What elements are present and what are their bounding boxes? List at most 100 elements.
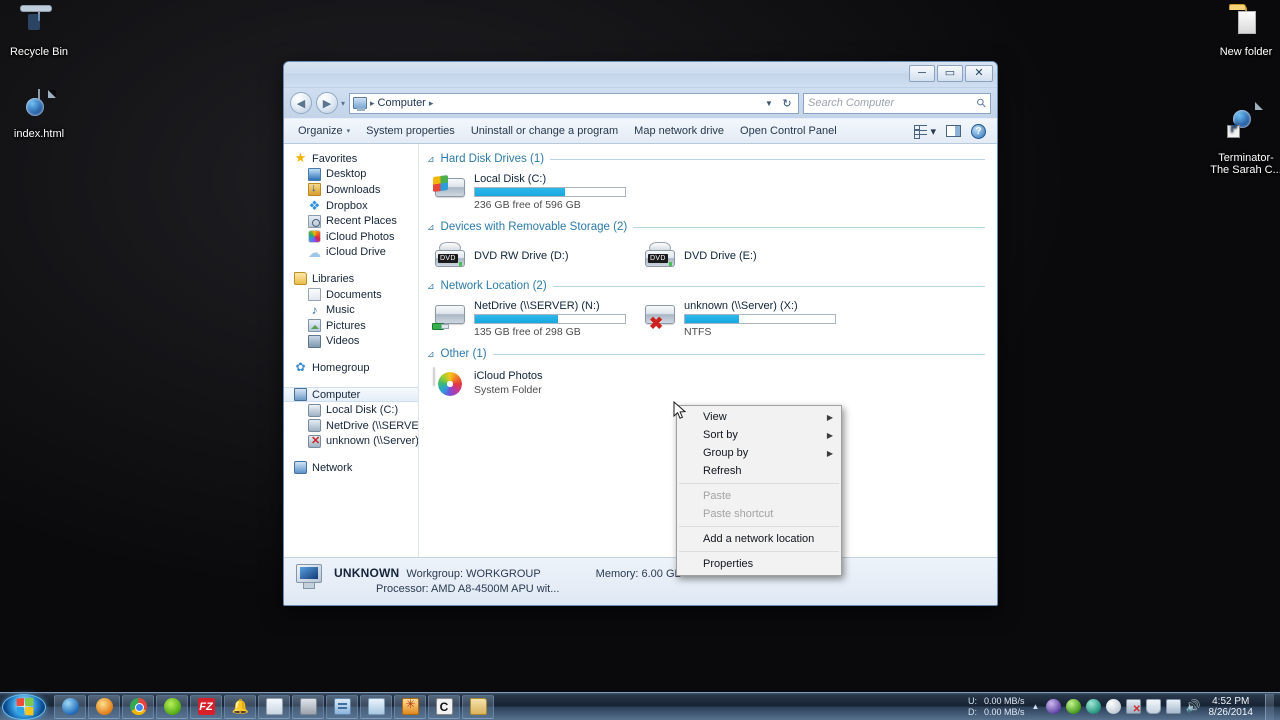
map-network-drive-button[interactable]: Map network drive xyxy=(626,122,732,140)
open-control-panel-button[interactable]: Open Control Panel xyxy=(732,122,845,140)
taskbar-item-notepad[interactable] xyxy=(258,694,290,719)
group-header-other[interactable]: ⊿ Other (1) xyxy=(427,348,985,360)
drive-item-dvd-rw-d[interactable]: DVD DVD RW Drive (D:) xyxy=(425,235,635,277)
sidebar-item-favorites[interactable]: ★ Favorites xyxy=(284,151,418,167)
address-dropdown-icon[interactable]: ▼ xyxy=(762,99,776,108)
taskbar-item-c-app[interactable]: C xyxy=(428,694,460,719)
breadcrumb-separator-2[interactable]: ▸ xyxy=(429,98,434,109)
purple-orb-icon[interactable] xyxy=(1045,699,1061,714)
sidebar-item-downloads[interactable]: Downloads xyxy=(284,182,418,198)
group-header-hard-disk-drives[interactable]: ⊿ Hard Disk Drives (1) xyxy=(427,153,985,165)
sidebar-item-libraries[interactable]: Libraries xyxy=(284,271,418,287)
sidebar-item-dropbox[interactable]: ❖ Dropbox xyxy=(284,198,418,214)
desktop-icon-index-html[interactable]: index.html xyxy=(0,89,78,140)
back-button[interactable]: ◀ xyxy=(290,92,312,114)
sidebar-item-icloud-drive[interactable]: ☁ iCloud Drive xyxy=(284,245,418,261)
context-menu-item-group-by[interactable]: Group by ▶ xyxy=(677,444,841,462)
green-orb-icon[interactable] xyxy=(1065,699,1081,714)
drive-item-local-disk-c[interactable]: Local Disk (C:) 236 GB free of 596 GB xyxy=(425,167,635,218)
refresh-icon[interactable]: ↻ xyxy=(779,97,795,110)
desktop-icon-new-folder[interactable]: New folder xyxy=(1207,7,1280,58)
gray-app-icon xyxy=(299,698,317,715)
workgroup-value: Workgroup: WORKGROUP xyxy=(406,568,541,580)
network-error-icon[interactable] xyxy=(1125,699,1141,715)
drive-item-unknown-x[interactable]: ✖ unknown (\\Server) (X:) NTFS xyxy=(635,294,845,345)
group-header-network-location[interactable]: ⊿ Network Location (2) xyxy=(427,280,985,292)
sidebar-item-homegroup[interactable]: ✿ Homegroup xyxy=(284,360,418,376)
shield-icon[interactable] xyxy=(1145,699,1161,714)
context-menu-item-view[interactable]: View ▶ xyxy=(677,408,841,426)
taskbar-item-window-app[interactable] xyxy=(326,694,358,719)
sidebar-item-music[interactable]: ♪ Music xyxy=(284,302,418,318)
collapse-icon[interactable]: ⊿ xyxy=(427,154,435,165)
context-menu-item-add-network-location[interactable]: Add a network location xyxy=(677,530,841,548)
folder-item-icloud-photos[interactable]: iCloud Photos System Folder xyxy=(425,362,635,404)
sidebar-item-videos[interactable]: Videos xyxy=(284,334,418,350)
group-header-removable-storage[interactable]: ⊿ Devices with Removable Storage (2) xyxy=(427,221,985,233)
drive-item-dvd-e[interactable]: DVD DVD Drive (E:) xyxy=(635,235,845,277)
sidebar-item-network[interactable]: Network xyxy=(284,460,418,476)
system-properties-button[interactable]: System properties xyxy=(358,122,463,140)
taskbar-item-filezilla[interactable]: FZ xyxy=(190,694,222,719)
maximize-button[interactable]: ▭ xyxy=(937,65,963,82)
show-hidden-icons-button[interactable]: ▲ xyxy=(1031,699,1041,714)
taskbar-item-blue-document[interactable] xyxy=(360,694,392,719)
sidebar-item-local-disk-c[interactable]: Local Disk (C:) xyxy=(284,402,418,418)
taskbar-item-bell[interactable]: 🔔 xyxy=(224,694,256,719)
breadcrumb-computer[interactable]: Computer xyxy=(378,97,426,109)
status-line-1: UNKNOWN Workgroup: WORKGROUP Memory: 6.0… xyxy=(334,566,682,580)
taskbar-item-gray-app[interactable] xyxy=(292,694,324,719)
network-drive-error-icon: ✖ xyxy=(643,299,677,332)
change-view-button[interactable]: ▾ xyxy=(909,123,941,140)
sidebar-item-label: Local Disk (C:) xyxy=(326,404,399,417)
teal-orb-icon[interactable] xyxy=(1085,699,1101,714)
network-connection-icon[interactable] xyxy=(1165,699,1181,714)
network-speed-monitor[interactable]: U: D: 0.00 MB/s 0.00 MB/s xyxy=(968,696,1025,718)
show-desktop-button[interactable] xyxy=(1265,693,1274,720)
taskbar-item-orange-app[interactable] xyxy=(394,694,426,719)
taskbar-item-spotify[interactable] xyxy=(156,694,188,719)
sidebar-item-pictures[interactable]: Pictures xyxy=(284,318,418,334)
volume-icon[interactable]: 🔊 xyxy=(1186,699,1201,714)
collapse-icon[interactable]: ⊿ xyxy=(427,349,435,360)
sidebar-item-documents[interactable]: Documents xyxy=(284,287,418,303)
desktop-icon-terminator[interactable]: Terminator- The Sarah C... xyxy=(1207,90,1280,188)
context-menu-item-properties[interactable]: Properties xyxy=(677,555,841,573)
desktop-icon-recycle-bin[interactable]: Recycle Bin xyxy=(0,7,78,58)
drive-item-netdrive-n[interactable]: NetDrive (\\SERVER) (N:) 135 GB free of … xyxy=(425,294,635,345)
filezilla-icon: FZ xyxy=(197,698,215,715)
sidebar-item-recent-places[interactable]: Recent Places xyxy=(284,213,418,229)
drive-name: DVD RW Drive (D:) xyxy=(474,249,569,262)
sidebar-item-computer[interactable]: Computer xyxy=(284,386,418,403)
recent-locations-dropdown-icon[interactable]: ▾ xyxy=(341,99,345,108)
taskbar-item-internet-explorer[interactable] xyxy=(54,694,86,719)
white-orb-icon[interactable] xyxy=(1105,699,1121,714)
context-menu[interactable]: View ▶ Sort by ▶ Group by ▶ Refresh Past… xyxy=(676,405,842,576)
show-preview-pane-button[interactable] xyxy=(941,123,966,139)
sidebar-item-unknown-drive[interactable]: unknown (\\Server) ( xyxy=(284,434,418,450)
taskbar-item-chrome[interactable] xyxy=(122,694,154,719)
window-body: ★ Favorites Desktop Downloads ❖ Dropbox xyxy=(284,144,997,557)
uninstall-program-button[interactable]: Uninstall or change a program xyxy=(463,122,626,140)
collapse-icon[interactable]: ⊿ xyxy=(427,281,435,292)
sidebar-item-desktop[interactable]: Desktop xyxy=(284,167,418,183)
minimize-button[interactable]: ─ xyxy=(909,65,935,82)
address-bar[interactable]: ▸ Computer ▸ ▼ ↻ xyxy=(349,92,799,114)
sidebar-item-icloud-photos[interactable]: iCloud Photos xyxy=(284,229,418,245)
sidebar-item-label: unknown (\\Server) ( xyxy=(326,435,419,448)
context-menu-item-refresh[interactable]: Refresh xyxy=(677,462,841,480)
forward-button[interactable]: ▶ xyxy=(316,92,338,114)
start-button[interactable] xyxy=(2,693,46,720)
context-menu-item-sort-by[interactable]: Sort by ▶ xyxy=(677,426,841,444)
collapse-icon[interactable]: ⊿ xyxy=(427,222,435,233)
help-button[interactable]: ? xyxy=(966,122,991,141)
window-titlebar[interactable]: ─ ▭ ✕ xyxy=(284,62,997,88)
organize-button[interactable]: Organize ▾ xyxy=(290,122,358,140)
close-button[interactable]: ✕ xyxy=(965,65,993,82)
clock[interactable]: 4:52 PM 8/26/2014 xyxy=(1207,696,1256,718)
taskbar-item-firefox[interactable] xyxy=(88,694,120,719)
navigation-pane[interactable]: ★ Favorites Desktop Downloads ❖ Dropbox xyxy=(284,144,419,557)
taskbar-item-explorer[interactable] xyxy=(462,694,494,719)
search-input[interactable]: Search Computer ⚲ xyxy=(803,92,991,114)
sidebar-item-netdrive[interactable]: NetDrive (\\SERVER) ( xyxy=(284,418,418,434)
